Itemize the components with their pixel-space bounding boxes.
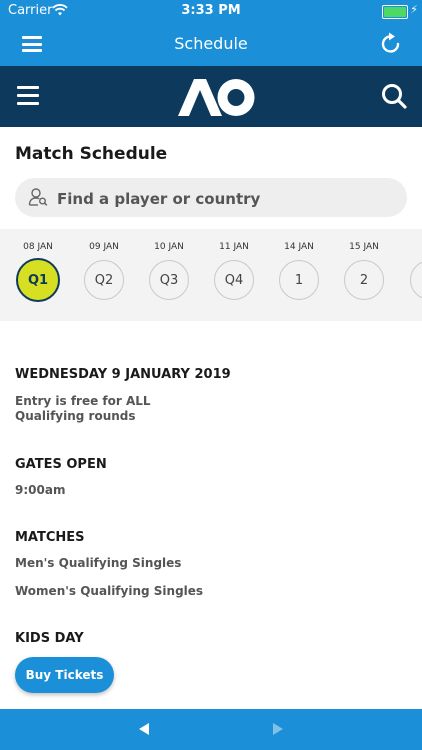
date-item-1[interactable]: 09 JAN Q2: [74, 242, 134, 300]
gates-heading: GATES OPEN: [15, 457, 107, 472]
charging-icon: ⚡: [410, 3, 418, 16]
date-heading: WEDNESDAY 9 JANUARY 2019: [15, 367, 231, 382]
date-label: 09 JAN: [89, 242, 119, 252]
matches-heading: MATCHES: [15, 530, 85, 545]
date-item-5[interactable]: 15 JAN 2: [334, 242, 394, 300]
day-circle[interactable]: [410, 260, 422, 300]
brand-header: [0, 66, 422, 127]
nav-title: Schedule: [174, 34, 248, 53]
kids-day-heading: KIDS DAY: [15, 631, 84, 646]
date-label: 11 JAN: [219, 242, 249, 252]
date-label: 15 JAN: [349, 242, 379, 252]
day-circle[interactable]: 1: [279, 260, 319, 300]
status-bar: Carrier 3:33 PM ⚡: [0, 0, 422, 22]
date-selector: 08 JAN Q1 09 JAN Q2 10 JAN Q3 11 JAN Q4 …: [0, 229, 422, 321]
date-item-2[interactable]: 10 JAN Q3: [139, 242, 199, 300]
day-circle[interactable]: 2: [344, 260, 384, 300]
hamburger-menu-icon[interactable]: [17, 86, 39, 106]
back-arrow-icon[interactable]: [139, 723, 149, 735]
ao-logo-icon: [178, 79, 255, 116]
status-time: 3:33 PM: [181, 3, 241, 18]
gates-time: 9:00am: [15, 483, 66, 497]
date-item-3[interactable]: 11 JAN Q4: [204, 242, 264, 300]
match-item: Men's Qualifying Singles: [15, 556, 182, 570]
forward-arrow-icon[interactable]: [273, 723, 283, 735]
date-label: 14 JAN: [284, 242, 314, 252]
entry-info-line-1: Entry is free for ALL: [15, 394, 151, 408]
day-circle-active[interactable]: Q1: [16, 258, 60, 302]
match-item: Women's Qualifying Singles: [15, 584, 204, 598]
refresh-icon[interactable]: [378, 31, 404, 57]
user-search-icon: [28, 188, 48, 206]
date-label: 16: [400, 242, 422, 256]
day-circle[interactable]: Q2: [84, 260, 124, 300]
date-item-6[interactable]: 16: [400, 242, 422, 300]
battery-icon: [382, 5, 408, 19]
date-item-4[interactable]: 14 JAN 1: [269, 242, 329, 300]
date-item-0[interactable]: 08 JAN Q1: [8, 242, 68, 302]
search-input[interactable]: [55, 178, 399, 219]
search-box[interactable]: [15, 178, 407, 219]
buy-tickets-button[interactable]: Buy Tickets: [15, 657, 114, 693]
bottom-toolbar: [0, 709, 422, 750]
search-icon[interactable]: [380, 82, 408, 110]
page-title: Match Schedule: [15, 144, 168, 164]
day-circle[interactable]: Q3: [149, 260, 189, 300]
date-label: 10 JAN: [154, 242, 184, 252]
entry-info-line-2: Qualifying rounds: [15, 409, 136, 423]
date-label: 08 JAN: [23, 242, 53, 252]
nav-bar: Schedule: [0, 22, 422, 66]
day-circle[interactable]: Q4: [214, 260, 254, 300]
